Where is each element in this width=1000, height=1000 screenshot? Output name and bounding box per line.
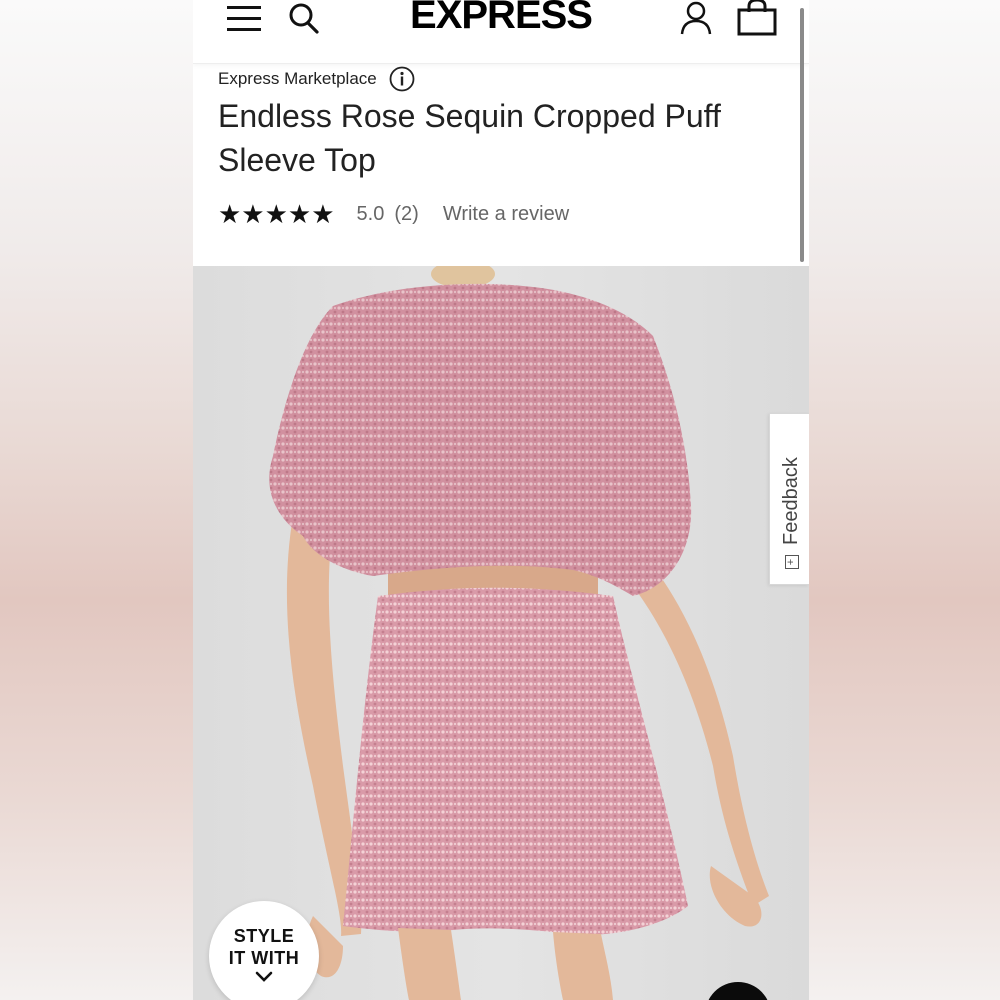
marketplace-label-row: Express Marketplace xyxy=(218,66,415,92)
product-title: Endless Rose Sequin Cropped Puff Sleeve … xyxy=(218,98,721,178)
style-it-with-button[interactable]: STYLE IT WITH xyxy=(209,901,319,1000)
site-header: EXPRESS xyxy=(193,0,809,64)
blurred-backdrop-left xyxy=(0,0,193,1000)
blurred-backdrop-right xyxy=(809,0,1000,1000)
product-photo[interactable] xyxy=(193,266,809,1000)
rating-row: ★★★★★ 5.0 (2) Write a review xyxy=(218,198,569,230)
star-rating-icon[interactable]: ★★★★★ xyxy=(218,199,335,230)
marketplace-label: Express Marketplace xyxy=(218,69,377,88)
scrollbar[interactable] xyxy=(800,8,804,262)
style-it-with-line1: STYLE xyxy=(233,926,295,946)
feedback-plus-icon: + xyxy=(784,555,799,569)
feedback-label: Feedback xyxy=(780,457,802,545)
write-review-link[interactable]: Write a review xyxy=(443,203,569,226)
feedback-label-wrap: + Feedback xyxy=(780,457,803,569)
product-photo-illustration xyxy=(269,266,769,1000)
review-count[interactable]: (2) xyxy=(394,203,418,226)
mobile-screen: EXPRESS Express Marketplace Endless Rose… xyxy=(193,0,809,1000)
account-icon[interactable] xyxy=(679,0,713,36)
rating-score: 5.0 xyxy=(356,202,385,225)
style-it-with-line2: IT WITH xyxy=(228,948,300,968)
chevron-down-icon xyxy=(255,971,273,982)
info-icon[interactable] xyxy=(389,66,415,92)
feedback-tab[interactable]: + Feedback xyxy=(769,413,809,585)
express-logo[interactable]: EXPRESS xyxy=(193,0,809,40)
bag-icon[interactable] xyxy=(737,0,777,36)
